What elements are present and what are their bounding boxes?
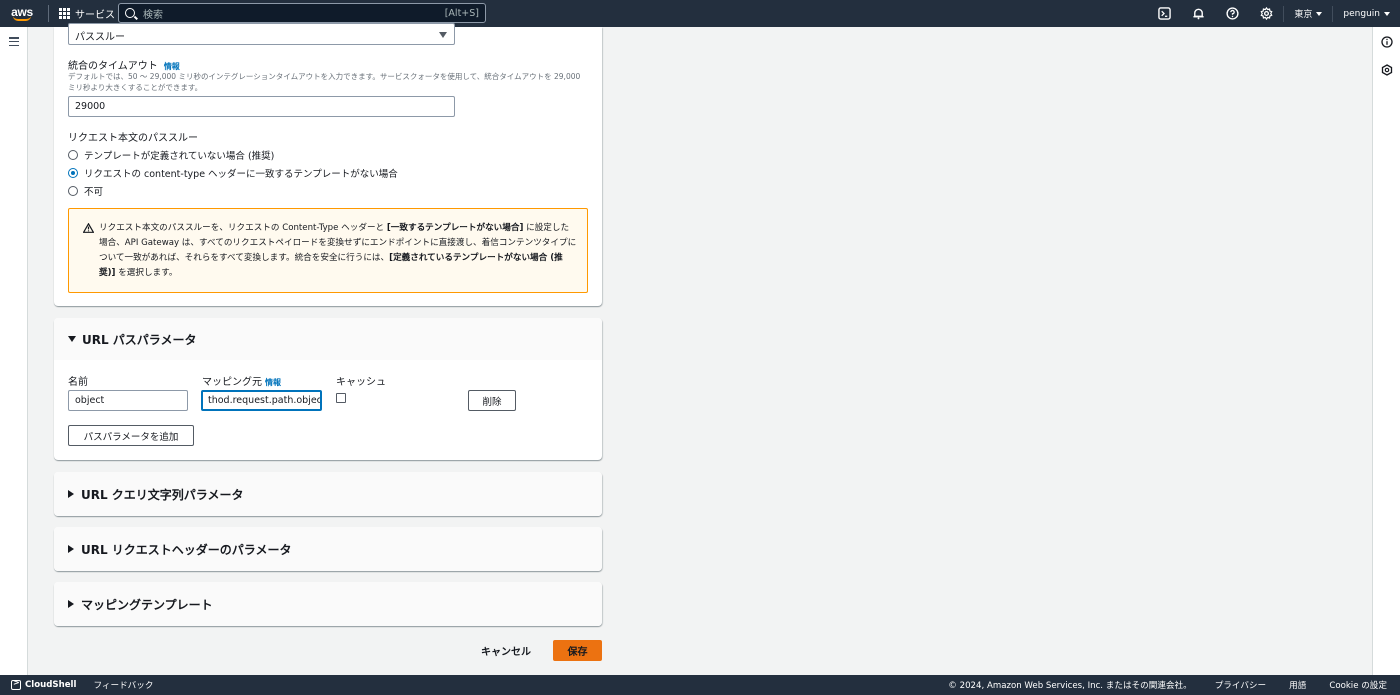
copyright-text: © 2024, Amazon Web Services, Inc. またはその関… [948,681,1192,691]
info-icon[interactable] [1381,36,1393,48]
add-path-param-button[interactable]: パスパラメータを追加 [68,425,194,446]
mapping-column-label: マッピング元 情報 [202,373,281,388]
caret-down-icon [439,32,447,38]
footer-links: © 2024, Amazon Web Services, Inc. またはその関… [948,675,1387,695]
caret-down-icon [68,336,76,342]
save-button[interactable]: 保存 [553,640,602,661]
gear-icon [1260,7,1273,20]
grid-icon [59,8,70,19]
url-query-string-params-card: URL クエリ文字列パラメータ [54,472,602,516]
url-path-parameters-card: URL パスパラメータ 名前 マッピング元 情報 キャッシュ object tho… [54,318,602,460]
bell-icon [1193,8,1204,20]
feedback-link[interactable]: フィードバック [93,679,153,691]
query-params-header[interactable]: URL クエリ文字列パラメータ [54,472,602,516]
cancel-button[interactable]: キャンセル [474,640,538,661]
warning-text-part3: を選択します。 [115,268,178,278]
left-navigation-rail [0,27,28,675]
radio-option-when-no-match[interactable]: リクエストの content-type ヘッダーに一致するテンプレートがない場合 [68,166,398,180]
aws-smile-icon [13,16,31,21]
cookie-settings-link[interactable]: Cookie の設定 [1329,679,1387,691]
radio-button[interactable] [68,150,78,160]
nav-divider [48,5,49,22]
settings-button[interactable] [1249,0,1283,27]
warning-icon [83,223,94,233]
path-params-header[interactable]: URL パスパラメータ [54,318,602,360]
caret-right-icon [68,600,74,608]
right-tools-rail [1372,27,1400,675]
name-column-label: 名前 [68,377,88,388]
radio-option-when-no-templates[interactable]: テンプレートが定義されていない場合 (推奨) [68,148,274,162]
passthrough-label: リクエスト本文のパススルー [68,133,198,144]
mapping-templates-card: マッピングテンプレート [54,582,602,626]
caret-right-icon [68,545,74,553]
region-selector[interactable]: 東京 [1284,7,1332,20]
nav-right-group: 東京 penguin [1147,0,1400,27]
passthrough-select-value: パススルー [75,32,125,43]
terms-link[interactable]: 用語 [1289,679,1306,691]
menu-icon[interactable] [9,37,19,46]
passthrough-select[interactable]: パススルー [68,23,455,45]
radio-label: リクエストの content-type ヘッダーに一致するテンプレートがない場合 [84,169,398,180]
caret-down-icon [1316,11,1323,16]
hexagon-settings-icon[interactable] [1381,64,1393,76]
mapping-label-text: マッピング元 [202,377,262,388]
cache-checkbox[interactable] [336,393,346,403]
services-menu-button[interactable]: サービス [53,6,121,21]
headers-params-header[interactable]: URL リクエストヘッダーのパラメータ [54,527,602,571]
radio-option-never[interactable]: 不可 [68,184,103,198]
terminal-icon [1158,7,1171,20]
warning-text-bold1: [一致するテンプレートがない場合] [386,223,524,233]
param-name-input[interactable]: object [68,390,188,411]
search-shortcut: [Alt+S] [444,7,479,19]
query-params-title: URL クエリ文字列パラメータ [81,487,244,502]
search-input[interactable]: 検索 [Alt+S] [118,3,486,23]
mapping-source-input[interactable]: thod.request.path.object [201,390,322,411]
headers-params-title: URL リクエストヘッダーのパラメータ [81,542,292,557]
mapping-templates-header[interactable]: マッピングテンプレート [54,582,602,626]
delete-param-button[interactable]: 削除 [468,390,516,411]
passthrough-warning-alert: リクエスト本文のパススルーを、リクエストの Content-Type ヘッダーと… [68,208,588,293]
search-icon [125,8,135,18]
notifications-button[interactable] [1181,0,1215,27]
help-button[interactable] [1215,0,1249,27]
mapping-info-link[interactable]: 情報 [265,378,281,387]
warning-text: リクエスト本文のパススルーを、リクエストの Content-Type ヘッダーと… [99,221,577,281]
caret-right-icon [68,490,74,498]
radio-button[interactable] [68,186,78,196]
cloudshell-footer-button[interactable]: CloudShell [0,678,77,690]
timeout-field-label: 統合のタイムアウト 情報 [68,57,180,72]
warning-text-part1: リクエスト本文のパススルーを、リクエストの Content-Type ヘッダーと [99,223,387,233]
timeout-info-link[interactable]: 情報 [164,62,180,71]
region-label: 東京 [1294,10,1313,20]
cloudshell-label: CloudShell [25,680,77,690]
radio-label: 不可 [84,187,104,198]
privacy-link[interactable]: プライバシー [1215,679,1266,691]
url-request-headers-card: URL リクエストヘッダーのパラメータ [54,527,602,571]
timeout-input[interactable]: 29000 [68,96,455,117]
aws-logo[interactable]: aws [0,0,44,27]
console-footer: CloudShell フィードバック © 2024, Amazon Web Se… [0,675,1400,695]
user-label: penguin [1343,8,1380,19]
path-params-title: URL パスパラメータ [82,332,197,347]
caret-down-icon [1384,11,1390,16]
radio-label: テンプレートが定義されていない場合 (推奨) [84,151,275,162]
cache-column-label: キャッシュ [336,377,386,388]
integration-request-card: パススルー 統合のタイムアウト 情報 デフォルトでは、50 〜 29,000 ミリ… [54,23,602,306]
account-menu[interactable]: penguin [1333,9,1400,19]
services-label: サービス [75,10,115,21]
timeout-description: デフォルトでは、50 〜 29,000 ミリ秒のインテグレーションタイムアウトを… [68,72,581,92]
mapping-templates-title: マッピングテンプレート [81,597,213,612]
search-placeholder: 検索 [143,9,163,21]
cloudshell-nav-button[interactable] [1147,0,1181,27]
terminal-icon [11,678,21,690]
help-icon [1226,7,1239,20]
radio-button-selected[interactable] [68,168,78,178]
